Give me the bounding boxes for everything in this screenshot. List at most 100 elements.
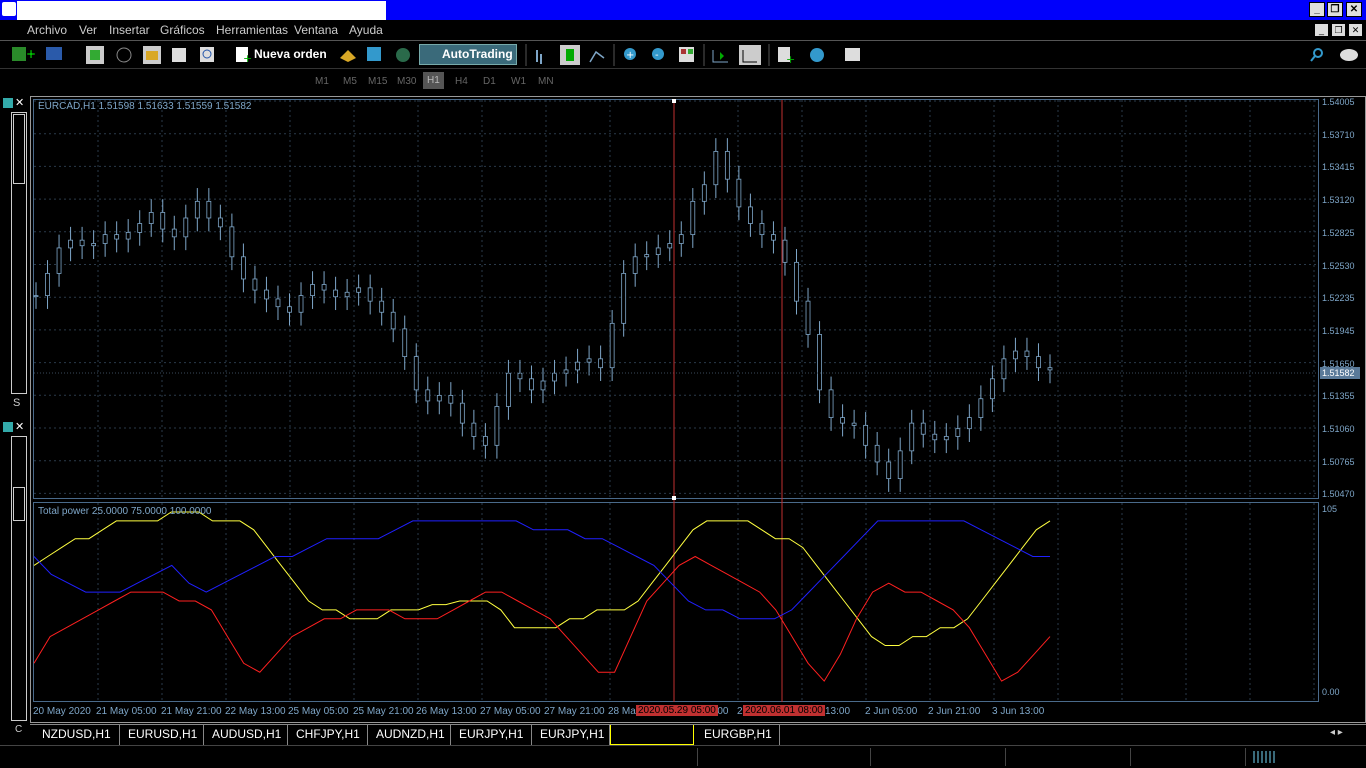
candle-body [736, 178, 742, 208]
time-label: 27 May 21:00 [544, 706, 605, 717]
candle-body [241, 256, 246, 280]
candle-body [1001, 358, 1007, 380]
candle-body [379, 300, 385, 313]
candle-body [920, 422, 926, 435]
candle-body [644, 254, 650, 258]
candle-body [828, 389, 834, 418]
candle-body [966, 417, 972, 430]
candle-body [183, 217, 189, 238]
candle-body [863, 424, 869, 446]
candle-body [91, 243, 97, 247]
candle-body [217, 217, 223, 228]
candle-body [909, 422, 915, 452]
indicator-series-line [33, 555, 1051, 682]
candle-body [943, 436, 949, 441]
time-axis: 20 May 2020 21 May 05:00 21 May 21:00 22 Ma… [33, 703, 1320, 721]
candle-body [125, 232, 131, 240]
candle-body [748, 206, 753, 224]
candle-body [310, 284, 315, 297]
price-tick: 1.53710 [1322, 129, 1355, 140]
time-label: 22 May 13:00 [225, 706, 286, 717]
candle-body [586, 358, 592, 363]
candle-body [333, 289, 338, 298]
price-tick: 1.51355 [1322, 391, 1355, 402]
chart-tab[interactable]: NZDUSD,H1 [34, 725, 120, 745]
chart-tab[interactable]: EURJPY,H1 [451, 725, 532, 745]
candle-body [517, 372, 523, 380]
time-label: 27 May 05:00 [480, 706, 541, 717]
candle-body [160, 212, 166, 230]
status-bar [0, 745, 1366, 768]
candle-body [955, 428, 961, 437]
candle-body [102, 234, 108, 244]
candle-body [759, 223, 765, 236]
candle-body [563, 369, 569, 374]
time-label: 21 May 05:00 [96, 706, 157, 717]
candle-body [252, 278, 258, 291]
tab-scroll-arrows[interactable]: ◂ ▸ [1330, 727, 1343, 738]
candle-body [1013, 350, 1018, 360]
candle-body [701, 184, 707, 202]
candle-body [978, 398, 984, 418]
candle-body [79, 239, 85, 247]
candle-body [667, 243, 673, 249]
candle-body [621, 273, 627, 324]
candle-body [851, 422, 857, 426]
candle-body [471, 422, 477, 437]
candle-body [506, 372, 511, 407]
candle-body [321, 284, 327, 291]
price-axis: 1.54005 1.53710 1.53415 1.53120 1.52825 1.525… [1320, 97, 1365, 499]
candle-body [68, 239, 73, 249]
chart-tab[interactable]: CHFJPY,H1 [288, 725, 368, 745]
candle-body [805, 300, 811, 335]
candle-body [482, 436, 488, 446]
candle-body [529, 378, 534, 391]
candle-body [897, 450, 903, 479]
chart-tab[interactable] [610, 725, 694, 745]
candle-body [436, 395, 442, 402]
indicator-series-line [33, 520, 1050, 620]
candle-body [552, 372, 557, 382]
chart-header: EURCAD,H1 1.51598 1.51633 1.51559 1.5158… [38, 101, 252, 112]
candle-body [494, 406, 500, 446]
candle-body [33, 295, 39, 298]
candle-body [598, 358, 604, 369]
price-tick: 1.51945 [1322, 325, 1355, 336]
candle-body [1036, 356, 1041, 369]
candle-body [632, 256, 638, 274]
candle-body [771, 234, 776, 241]
current-price-label: 1.51582 [1320, 367, 1360, 379]
candle-body [655, 247, 661, 255]
candle-body [448, 395, 454, 404]
price-tick: 1.53415 [1322, 162, 1355, 173]
candle-body [886, 461, 892, 479]
time-label: 25 May 05:00 [288, 706, 349, 717]
time-label: 3 Jun 13:00 [992, 706, 1045, 717]
candle-body [874, 444, 880, 463]
candle-body [794, 261, 799, 302]
time-label: 2 Jun 21:00 [928, 706, 981, 717]
time-label: 21 May 21:00 [161, 706, 222, 717]
candle-body [194, 200, 200, 219]
chart-tab[interactable]: EURGBP,H1 [696, 725, 780, 745]
candle-body [206, 200, 212, 219]
marker-handle [672, 99, 676, 103]
chart-tab[interactable]: AUDUSD,H1 [204, 725, 288, 745]
price-tick: 1.52235 [1322, 293, 1355, 304]
candle-body [840, 417, 845, 424]
candle-body [724, 151, 730, 180]
chart-tab[interactable]: EURUSD,H1 [120, 725, 204, 745]
time-label: 13:00 [825, 706, 851, 717]
price-tick: 1.52530 [1322, 260, 1355, 271]
indicator-axis-bottom: 0.00 [1322, 687, 1340, 697]
candle-body [413, 356, 419, 391]
candle-body [402, 328, 408, 358]
candle-body [275, 298, 281, 308]
chart-tab[interactable]: AUDNZD,H1 [368, 725, 451, 745]
candle-body [171, 228, 177, 238]
candle-body [45, 273, 50, 297]
candle-body [114, 234, 120, 240]
time-label: 28 Ma [608, 706, 636, 717]
price-tick: 1.54005 [1322, 97, 1355, 107]
chart-tab[interactable]: EURJPY,H1 [532, 725, 610, 745]
